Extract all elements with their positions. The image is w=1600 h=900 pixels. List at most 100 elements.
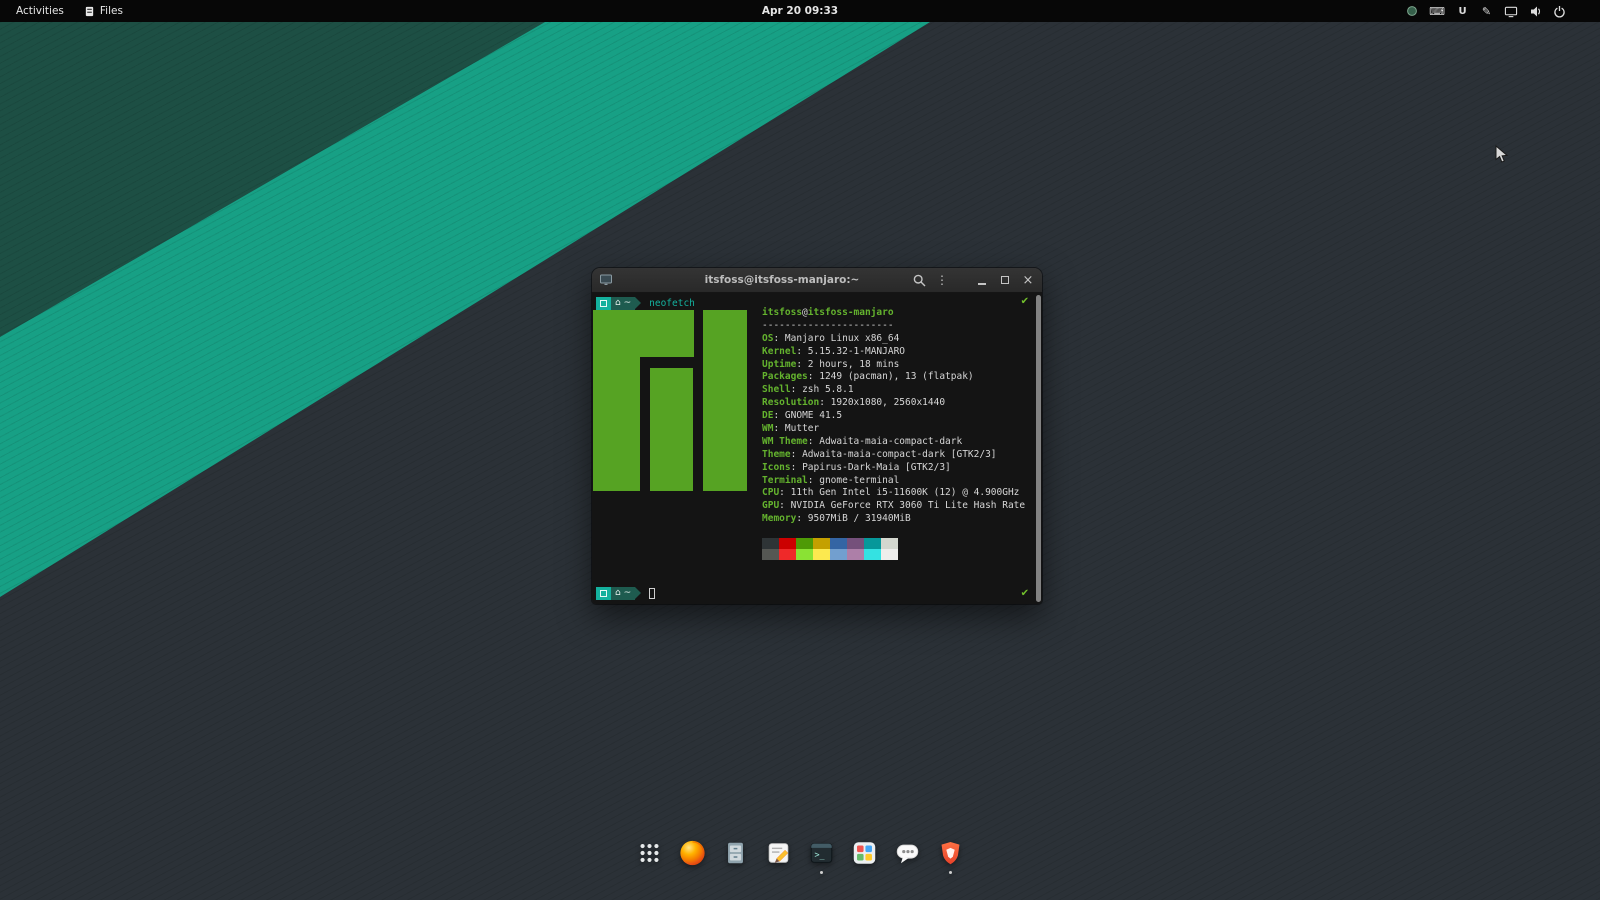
minimize-button[interactable] (975, 272, 989, 288)
menu-button[interactable]: ⋮ (935, 272, 949, 288)
scrollbar[interactable] (1036, 295, 1041, 602)
system-tray: ⌨ U ✎ (1405, 3, 1600, 19)
maximize-button[interactable] (998, 272, 1012, 288)
close-button[interactable]: × (1021, 272, 1035, 288)
exit-status-check-icon: ✔ (1021, 296, 1029, 307)
palette-block (779, 549, 796, 560)
activities-label: Activities (16, 5, 64, 17)
keyboard-icon[interactable]: ⌨ (1429, 3, 1445, 19)
neofetch-field: CPU: 11th Gen Intel i5-11600K (12) @ 4.9… (762, 487, 1025, 500)
app-menu-button[interactable]: Files (76, 3, 131, 19)
minimize-icon (978, 283, 986, 285)
prompt-path-segment: ⌂ ~ (611, 297, 635, 310)
neofetch-field: Packages: 1249 (pacman), 13 (flatpak) (762, 371, 1025, 384)
command-text: neofetch (649, 298, 695, 309)
terminal-cursor (649, 588, 655, 599)
terminal-window: itsfoss@itsfoss-manjaro:~ ⋮ × ⌂ ~ neofet… (592, 268, 1042, 604)
manjaro-logo-middle-bar (650, 368, 693, 491)
text-editor-icon (765, 839, 793, 867)
input-pen-icon[interactable]: ✎ (1480, 3, 1493, 19)
palette-block (762, 549, 779, 560)
palette-block (864, 549, 881, 560)
prompt-line: ⌂ ~ (596, 586, 655, 600)
svg-text:>_: >_ (815, 850, 826, 860)
palette-block (830, 538, 847, 549)
terminal-icon: >_ (808, 839, 836, 867)
activities-button[interactable]: Activities (8, 3, 72, 19)
dock-item-software-center[interactable] (850, 838, 880, 868)
dock-item-chat[interactable] (893, 838, 923, 868)
dock-item-text-editor[interactable] (764, 838, 794, 868)
neofetch-field: DE: GNOME 41.5 (762, 410, 1025, 423)
neofetch-field: Terminal: gnome-terminal (762, 475, 1025, 488)
palette-block (864, 538, 881, 549)
manjaro-logo-top-bar (593, 310, 694, 357)
kebab-icon: ⋮ (936, 273, 948, 287)
palette-block (847, 538, 864, 549)
power-icon[interactable] (1553, 3, 1566, 19)
manjaro-logo-right-bar (703, 310, 747, 491)
volume-icon[interactable] (1529, 3, 1542, 19)
maximize-icon (1001, 276, 1009, 284)
top-bar: Activities Files Apr 20 09:33 ⌨ U ✎ (0, 0, 1600, 22)
palette-block (813, 549, 830, 560)
neofetch-field: GPU: NVIDIA GeForce RTX 3060 Ti Lite Has… (762, 500, 1025, 513)
ulauncher-icon[interactable]: U (1456, 3, 1469, 19)
chat-bubble-icon (894, 839, 922, 867)
app-grid-icon (637, 840, 663, 866)
display-icon[interactable] (1504, 3, 1518, 19)
clock[interactable]: Apr 20 09:33 (754, 3, 846, 19)
palette-block (796, 549, 813, 560)
search-button[interactable] (912, 272, 926, 288)
scrollbar-thumb[interactable] (1036, 295, 1041, 602)
prompt-os-icon (596, 297, 611, 310)
app-menu-label: Files (100, 5, 123, 17)
terminal-app-icon (599, 273, 613, 287)
neofetch-field: OS: Manjaro Linux x86_64 (762, 333, 1025, 346)
palette-block (762, 538, 779, 549)
manjaro-logo (593, 310, 749, 491)
prompt-path-segment: ⌂ ~ (611, 587, 635, 600)
dock-item-brave[interactable] (936, 838, 966, 868)
window-title: itsfoss@itsfoss-manjaro:~ (652, 274, 912, 286)
palette-block (779, 538, 796, 549)
neofetch-field: Icons: Papirus-Dark-Maia [GTK2/3] (762, 462, 1025, 475)
file-cabinet-icon (722, 839, 750, 867)
neofetch-field: Shell: zsh 5.8.1 (762, 384, 1025, 397)
dock: >_ (635, 838, 966, 868)
neofetch-field: Theme: Adwaita-maia-compact-dark [GTK2/3… (762, 449, 1025, 462)
neofetch-field: WM: Mutter (762, 423, 1025, 436)
neofetch-field: Resolution: 1920x1080, 2560x1440 (762, 397, 1025, 410)
prompt-line: ⌂ ~ neofetch (596, 296, 695, 310)
neofetch-palette (762, 538, 898, 560)
search-icon (913, 274, 926, 287)
dock-item-show-applications[interactable] (635, 838, 665, 868)
files-app-icon (84, 6, 95, 17)
terminal-titlebar[interactable]: itsfoss@itsfoss-manjaro:~ ⋮ × (592, 268, 1042, 293)
terminal-content[interactable]: ⌂ ~ neofetch ✔ itsfoss@itsfoss-manjaro -… (592, 293, 1042, 604)
prompt-os-icon (596, 587, 611, 600)
dock-item-files[interactable] (721, 838, 751, 868)
neofetch-info: itsfoss@itsfoss-manjaro ----------------… (762, 307, 1025, 526)
palette-block (881, 538, 898, 549)
neofetch-field: WM Theme: Adwaita-maia-compact-dark (762, 436, 1025, 449)
palette-block (813, 538, 830, 549)
neofetch-userhost: itsfoss@itsfoss-manjaro (762, 307, 1025, 320)
palette-block (830, 549, 847, 560)
indicator-icon[interactable] (1405, 3, 1418, 19)
close-icon: × (1023, 273, 1034, 288)
dock-item-firefox[interactable] (678, 838, 708, 868)
neofetch-field: Uptime: 2 hours, 18 mins (762, 359, 1025, 372)
dock-item-terminal[interactable]: >_ (807, 838, 837, 868)
palette-block (881, 549, 898, 560)
firefox-icon (679, 839, 707, 867)
screen: Activities Files Apr 20 09:33 ⌨ U ✎ (0, 0, 1600, 900)
palette-block (847, 549, 864, 560)
exit-status-check-icon: ✔ (1021, 588, 1029, 599)
powerline-arrow-icon (635, 587, 641, 599)
neofetch-field: Kernel: 5.15.32-1-MANJARO (762, 346, 1025, 359)
neofetch-field: Memory: 9507MiB / 31940MiB (762, 513, 1025, 526)
brave-icon (937, 839, 965, 867)
palette-block (796, 538, 813, 549)
neofetch-separator: ----------------------- (762, 320, 1025, 333)
